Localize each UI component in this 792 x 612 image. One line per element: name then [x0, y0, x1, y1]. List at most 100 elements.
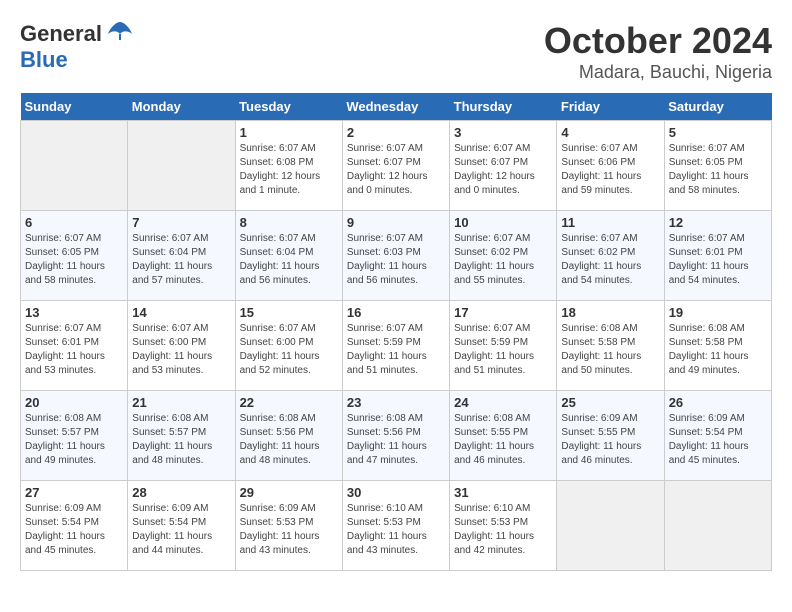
calendar-week-row: 20 Sunrise: 6:08 AM Sunset: 5:57 PM Dayli… — [21, 391, 772, 481]
day-number: 11 — [561, 215, 659, 230]
calendar-week-row: 6 Sunrise: 6:07 AM Sunset: 6:05 PM Daylig… — [21, 211, 772, 301]
day-info: Sunrise: 6:09 AM Sunset: 5:53 PM Dayligh… — [240, 502, 338, 558]
calendar-cell: 31 Sunrise: 6:10 AM Sunset: 5:53 PM Dayli… — [450, 481, 557, 571]
day-info: Sunrise: 6:07 AM Sunset: 6:05 PM Dayligh… — [669, 142, 767, 198]
day-info: Sunrise: 6:10 AM Sunset: 5:53 PM Dayligh… — [454, 502, 552, 558]
day-number: 10 — [454, 215, 552, 230]
day-info: Sunrise: 6:07 AM Sunset: 6:04 PM Dayligh… — [132, 232, 230, 288]
calendar-cell — [664, 481, 771, 571]
day-number: 28 — [132, 485, 230, 500]
calendar-cell: 29 Sunrise: 6:09 AM Sunset: 5:53 PM Dayli… — [235, 481, 342, 571]
day-number: 7 — [132, 215, 230, 230]
calendar-cell: 4 Sunrise: 6:07 AM Sunset: 6:06 PM Daylig… — [557, 121, 664, 211]
calendar-cell: 11 Sunrise: 6:07 AM Sunset: 6:02 PM Dayli… — [557, 211, 664, 301]
day-number: 26 — [669, 395, 767, 410]
day-number: 30 — [347, 485, 445, 500]
day-number: 21 — [132, 395, 230, 410]
calendar-week-row: 1 Sunrise: 6:07 AM Sunset: 6:08 PM Daylig… — [21, 121, 772, 211]
day-number: 6 — [25, 215, 123, 230]
day-number: 31 — [454, 485, 552, 500]
logo-blue: Blue — [20, 47, 68, 72]
day-info: Sunrise: 6:09 AM Sunset: 5:55 PM Dayligh… — [561, 412, 659, 468]
day-info: Sunrise: 6:08 AM Sunset: 5:57 PM Dayligh… — [25, 412, 123, 468]
calendar-cell: 24Sunrise: 6:08 AM Sunset: 5:55 PM Dayli… — [450, 391, 557, 481]
calendar-cell: 20 Sunrise: 6:08 AM Sunset: 5:57 PM Dayli… — [21, 391, 128, 481]
day-header-sunday: Sunday — [21, 93, 128, 121]
header: General Blue October 2024 Madara, Bauchi… — [20, 20, 772, 83]
calendar-cell: 2Sunrise: 6:07 AM Sunset: 6:07 PM Daylig… — [342, 121, 449, 211]
day-info: Sunrise: 6:07 AM Sunset: 6:05 PM Dayligh… — [25, 232, 123, 288]
logo-bird-icon — [106, 20, 134, 42]
calendar-cell: 26 Sunrise: 6:09 AM Sunset: 5:54 PM Dayli… — [664, 391, 771, 481]
calendar-cell: 9 Sunrise: 6:07 AM Sunset: 6:03 PM Daylig… — [342, 211, 449, 301]
calendar-cell: 6 Sunrise: 6:07 AM Sunset: 6:05 PM Daylig… — [21, 211, 128, 301]
day-number: 15 — [240, 305, 338, 320]
day-number: 16 — [347, 305, 445, 320]
day-number: 3 — [454, 125, 552, 140]
calendar-cell: 1 Sunrise: 6:07 AM Sunset: 6:08 PM Daylig… — [235, 121, 342, 211]
day-info: Sunrise: 6:08 AM Sunset: 5:57 PM Dayligh… — [132, 412, 230, 468]
calendar-cell: 25 Sunrise: 6:09 AM Sunset: 5:55 PM Dayli… — [557, 391, 664, 481]
day-info: Sunrise: 6:07 AM Sunset: 6:04 PM Dayligh… — [240, 232, 338, 288]
day-number: 23 — [347, 395, 445, 410]
calendar-cell: 3 Sunrise: 6:07 AM Sunset: 6:07 PM Daylig… — [450, 121, 557, 211]
day-header-monday: Monday — [128, 93, 235, 121]
day-number: 24 — [454, 395, 552, 410]
day-info: Sunrise: 6:07 AM Sunset: 5:59 PM Dayligh… — [347, 322, 445, 378]
day-info: Sunrise: 6:08 AM Sunset: 5:58 PM Dayligh… — [561, 322, 659, 378]
day-info: Sunrise: 6:07 AM Sunset: 6:01 PM Dayligh… — [25, 322, 123, 378]
calendar-cell: 27Sunrise: 6:09 AM Sunset: 5:54 PM Dayli… — [21, 481, 128, 571]
calendar-cell — [557, 481, 664, 571]
day-info: Sunrise: 6:09 AM Sunset: 5:54 PM Dayligh… — [25, 502, 123, 558]
day-number: 18 — [561, 305, 659, 320]
day-info: Sunrise: 6:07 AM Sunset: 6:08 PM Dayligh… — [240, 142, 338, 198]
day-info: Sunrise: 6:09 AM Sunset: 5:54 PM Dayligh… — [132, 502, 230, 558]
calendar-week-row: 13 Sunrise: 6:07 AM Sunset: 6:01 PM Dayli… — [21, 301, 772, 391]
day-number: 14 — [132, 305, 230, 320]
day-info: Sunrise: 6:10 AM Sunset: 5:53 PM Dayligh… — [347, 502, 445, 558]
logo-general: General — [20, 21, 102, 47]
calendar-cell: 14Sunrise: 6:07 AM Sunset: 6:00 PM Dayli… — [128, 301, 235, 391]
day-info: Sunrise: 6:07 AM Sunset: 6:02 PM Dayligh… — [454, 232, 552, 288]
day-number: 4 — [561, 125, 659, 140]
calendar-cell: 15 Sunrise: 6:07 AM Sunset: 6:00 PM Dayli… — [235, 301, 342, 391]
calendar-cell: 28 Sunrise: 6:09 AM Sunset: 5:54 PM Dayli… — [128, 481, 235, 571]
day-number: 29 — [240, 485, 338, 500]
day-info: Sunrise: 6:07 AM Sunset: 6:06 PM Dayligh… — [561, 142, 659, 198]
calendar-cell — [128, 121, 235, 211]
calendar-cell: 19Sunrise: 6:08 AM Sunset: 5:58 PM Dayli… — [664, 301, 771, 391]
day-info: Sunrise: 6:08 AM Sunset: 5:56 PM Dayligh… — [347, 412, 445, 468]
calendar-cell: 21 Sunrise: 6:08 AM Sunset: 5:57 PM Dayli… — [128, 391, 235, 481]
calendar-cell: 8 Sunrise: 6:07 AM Sunset: 6:04 PM Daylig… — [235, 211, 342, 301]
day-number: 19 — [669, 305, 767, 320]
day-number: 25 — [561, 395, 659, 410]
calendar-cell: 16 Sunrise: 6:07 AM Sunset: 5:59 PM Dayli… — [342, 301, 449, 391]
day-info: Sunrise: 6:07 AM Sunset: 6:01 PM Dayligh… — [669, 232, 767, 288]
day-number: 1 — [240, 125, 338, 140]
day-header-saturday: Saturday — [664, 93, 771, 121]
calendar-cell: 23 Sunrise: 6:08 AM Sunset: 5:56 PM Dayli… — [342, 391, 449, 481]
calendar-cell: 7 Sunrise: 6:07 AM Sunset: 6:04 PM Daylig… — [128, 211, 235, 301]
calendar-cell: 22Sunrise: 6:08 AM Sunset: 5:56 PM Dayli… — [235, 391, 342, 481]
day-info: Sunrise: 6:07 AM Sunset: 6:02 PM Dayligh… — [561, 232, 659, 288]
day-number: 9 — [347, 215, 445, 230]
day-info: Sunrise: 6:07 AM Sunset: 5:59 PM Dayligh… — [454, 322, 552, 378]
month-title: October 2024 — [544, 20, 772, 62]
calendar-cell: 18 Sunrise: 6:08 AM Sunset: 5:58 PM Dayli… — [557, 301, 664, 391]
calendar-week-row: 27Sunrise: 6:09 AM Sunset: 5:54 PM Dayli… — [21, 481, 772, 571]
day-number: 13 — [25, 305, 123, 320]
day-info: Sunrise: 6:08 AM Sunset: 5:56 PM Dayligh… — [240, 412, 338, 468]
calendar-cell: 17Sunrise: 6:07 AM Sunset: 5:59 PM Dayli… — [450, 301, 557, 391]
day-number: 5 — [669, 125, 767, 140]
day-info: Sunrise: 6:07 AM Sunset: 6:00 PM Dayligh… — [240, 322, 338, 378]
day-number: 2 — [347, 125, 445, 140]
day-header-friday: Friday — [557, 93, 664, 121]
day-info: Sunrise: 6:07 AM Sunset: 6:03 PM Dayligh… — [347, 232, 445, 288]
day-info: Sunrise: 6:09 AM Sunset: 5:54 PM Dayligh… — [669, 412, 767, 468]
day-number: 20 — [25, 395, 123, 410]
day-info: Sunrise: 6:07 AM Sunset: 6:07 PM Dayligh… — [454, 142, 552, 198]
calendar-cell: 5 Sunrise: 6:07 AM Sunset: 6:05 PM Daylig… — [664, 121, 771, 211]
day-header-tuesday: Tuesday — [235, 93, 342, 121]
calendar-header-row: SundayMondayTuesdayWednesdayThursdayFrid… — [21, 93, 772, 121]
day-number: 8 — [240, 215, 338, 230]
